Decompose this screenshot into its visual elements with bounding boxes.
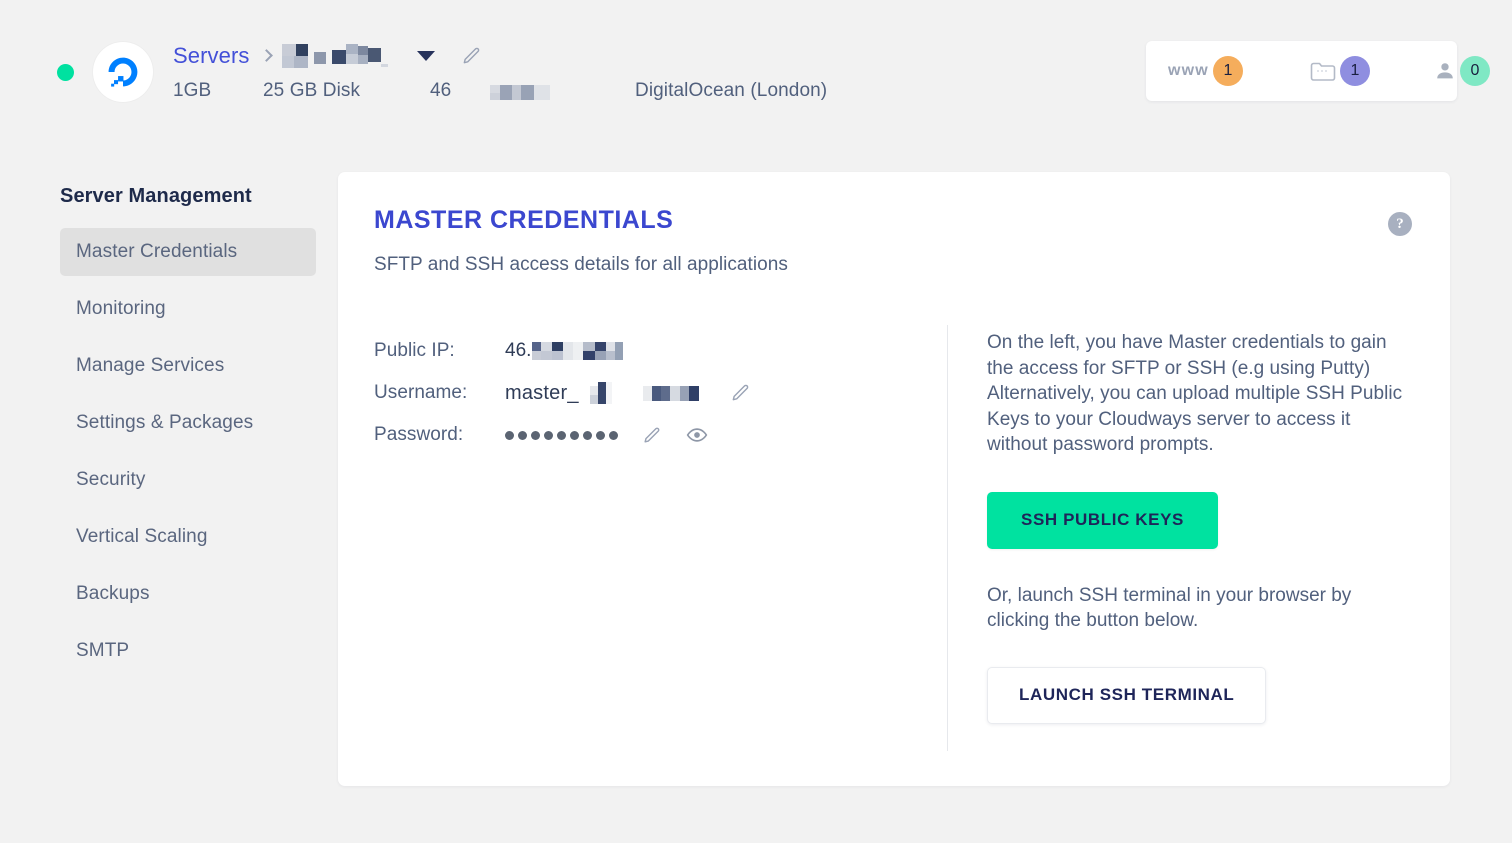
username-value: master_ — [505, 382, 750, 405]
server-status-dot — [57, 64, 74, 81]
username-redacted-b — [642, 385, 699, 401]
sidebar-item-backups[interactable]: Backups — [60, 570, 316, 618]
server-breadcrumb: Servers — [173, 40, 481, 72]
edit-server-name-pencil-icon[interactable] — [461, 46, 481, 66]
server-cores: 46 — [430, 80, 452, 101]
resource-counters: www 1 1 0 — [1146, 41, 1490, 101]
counter-applications[interactable]: 1 — [1310, 41, 1370, 101]
public-ip-redacted — [532, 342, 624, 360]
password-row: Password: — [374, 416, 750, 454]
ssh-public-keys-button[interactable]: SSH PUBLIC KEYS — [987, 491, 1218, 549]
sidebar-item-manage-services[interactable]: Manage Services — [60, 342, 316, 390]
www-label: www — [1168, 62, 1209, 79]
help-question-mark-icon[interactable]: ? — [1388, 212, 1412, 236]
sidebar-item-security[interactable]: Security — [60, 456, 316, 504]
credentials-list: Public IP: 46. Username: master_ Passwor… — [374, 332, 750, 458]
password-value — [505, 426, 708, 445]
page-subtitle: SFTP and SSH access details for all appl… — [374, 254, 788, 275]
server-dropdown-caret-icon[interactable] — [416, 51, 435, 61]
public-ip-label: Public IP: — [374, 340, 455, 361]
server-ip-redacted — [490, 85, 550, 100]
server-meta: 1GB 25 GB Disk 46 DigitalOcean (London) — [173, 78, 827, 104]
app-root: Servers 1GB 25 GB Disk 46 DigitalOcean (… — [0, 0, 1512, 843]
edit-username-pencil-icon[interactable] — [730, 383, 750, 403]
master-credentials-description: On the left, you have Master credentials… — [987, 332, 1403, 455]
folder-icon — [1310, 60, 1336, 82]
public-ip-prefix: 46. — [505, 340, 532, 361]
applications-count-badge: 1 — [1339, 56, 1370, 86]
sidebar-item-settings-packages[interactable]: Settings & Packages — [60, 399, 316, 447]
counter-www[interactable]: www 1 — [1168, 41, 1243, 101]
password-masked-dots — [505, 430, 618, 440]
username-redacted-a — [589, 382, 612, 404]
www-count-badge: 1 — [1212, 56, 1243, 86]
master-credentials-card: MASTER CREDENTIALS SFTP and SSH access d… — [338, 172, 1450, 786]
username-prefix: master_ — [505, 381, 579, 404]
server-disk: 25 GB Disk — [263, 80, 361, 101]
public-ip-row: Public IP: 46. — [374, 332, 750, 370]
sidebar-nav: Master Credentials Monitoring Manage Ser… — [60, 228, 316, 684]
reveal-password-eye-icon[interactable] — [686, 426, 708, 444]
password-label: Password: — [374, 424, 464, 445]
edit-password-pencil-icon[interactable] — [642, 426, 661, 445]
top-bar: Servers 1GB 25 GB Disk 46 DigitalOcean (… — [0, 0, 1512, 145]
terminal-hint-text: Or, launch SSH terminal in your browser … — [987, 584, 1352, 632]
sidebar-title: Server Management — [60, 185, 252, 207]
server-provider: DigitalOcean (London) — [635, 80, 828, 101]
public-ip-value: 46. — [505, 340, 624, 362]
sidebar-item-vertical-scaling[interactable]: Vertical Scaling — [60, 513, 316, 561]
server-name-redacted — [281, 44, 388, 68]
breadcrumb-servers-link[interactable]: Servers — [173, 43, 250, 69]
server-ram: 1GB — [173, 80, 212, 101]
launch-ssh-terminal-button[interactable]: LAUNCH SSH TERMINAL — [987, 666, 1267, 724]
info-panel: On the left, you have Master credentials… — [987, 330, 1415, 724]
page-title: MASTER CREDENTIALS — [374, 206, 674, 234]
chevron-right-icon — [262, 49, 271, 63]
team-members-count-badge: 0 — [1459, 56, 1490, 86]
counter-team-members[interactable]: 0 — [1434, 41, 1490, 101]
username-row: Username: master_ — [374, 374, 750, 412]
sidebar-item-monitoring[interactable]: Monitoring — [60, 285, 316, 333]
username-label: Username: — [374, 382, 468, 403]
panel-divider — [947, 325, 948, 751]
sidebar-item-master-credentials[interactable]: Master Credentials — [60, 228, 316, 276]
digitalocean-logo-icon — [93, 42, 153, 102]
person-icon — [1434, 60, 1456, 82]
sidebar-item-smtp[interactable]: SMTP — [60, 627, 316, 675]
